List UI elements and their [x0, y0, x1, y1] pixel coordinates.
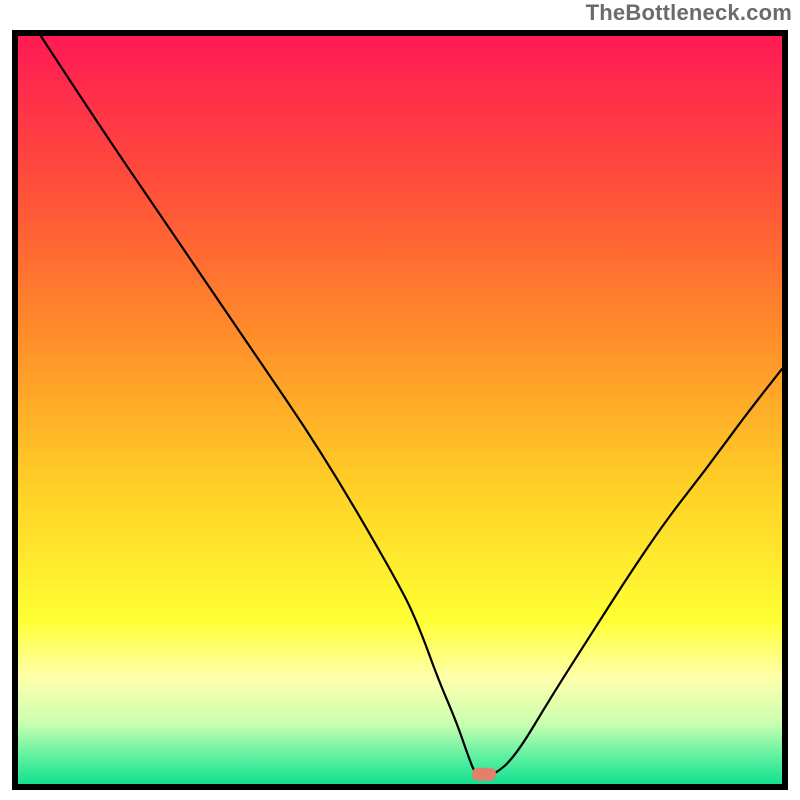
curve-layer	[18, 36, 782, 784]
bottleneck-curve	[41, 36, 782, 777]
plot-area	[12, 30, 788, 790]
chart-frame: TheBottleneck.com	[0, 0, 800, 800]
optimal-marker	[472, 768, 496, 781]
attribution-text: TheBottleneck.com	[586, 0, 792, 26]
